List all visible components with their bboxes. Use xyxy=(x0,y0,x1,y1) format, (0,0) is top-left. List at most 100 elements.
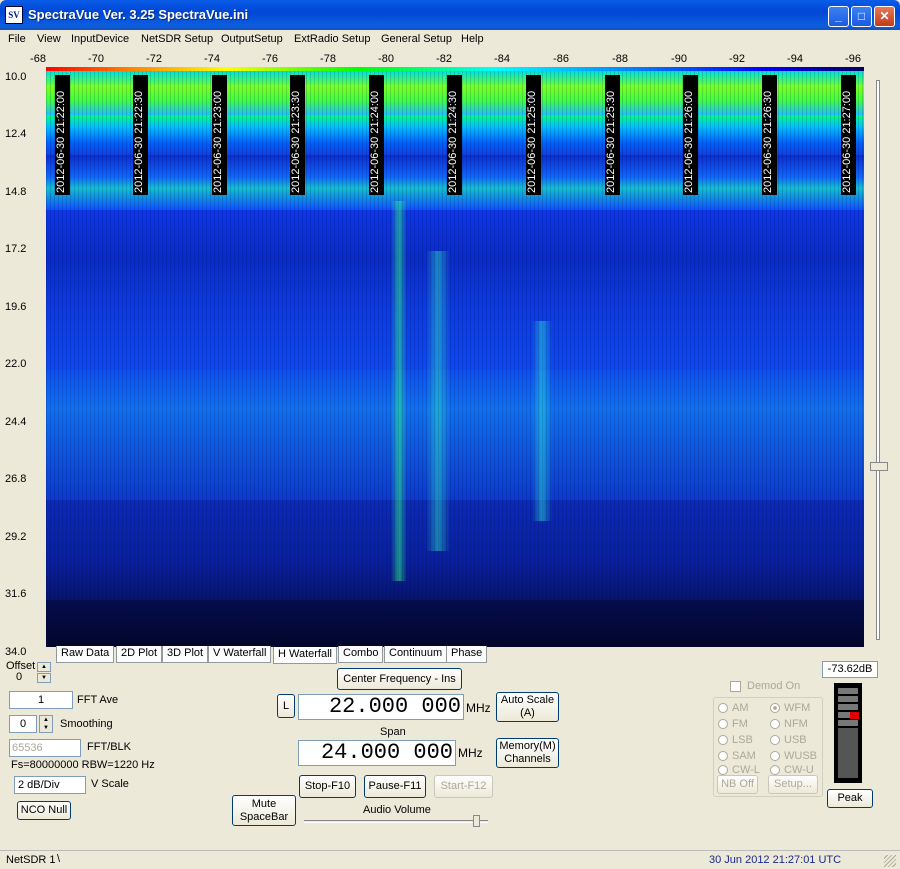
stop-button[interactable]: Stop-F10 xyxy=(299,775,356,798)
menu-netsdr-setup[interactable]: NetSDR Setup xyxy=(141,33,213,45)
menu-outputsetup[interactable]: OutputSetup xyxy=(221,33,283,45)
status-separator: \ xyxy=(57,853,61,865)
vscale-label: V Scale xyxy=(91,778,129,790)
auto-scale-button[interactable]: Auto Scale (A) xyxy=(496,692,559,722)
radio-usb[interactable]: USB xyxy=(770,734,807,746)
tab-combo[interactable]: Combo xyxy=(338,646,384,663)
status-bar: NetSDR 1 \ 30 Jun 2012 21:27:01 UTC xyxy=(0,850,900,869)
radio-nfm[interactable]: NFM xyxy=(770,718,808,730)
menu-file[interactable]: File xyxy=(8,33,26,45)
menu-view[interactable]: View xyxy=(37,33,61,45)
freq-tick: 24.4 xyxy=(5,416,27,428)
timestamp-marker: 2012-06-30 21:22:30 xyxy=(133,75,148,195)
timestamp-marker: 2012-06-30 21:25:00 xyxy=(526,75,541,195)
offset-down-button[interactable]: ▼ xyxy=(37,673,51,683)
timestamp-marker: 2012-06-30 21:26:00 xyxy=(683,75,698,195)
radio-wusb[interactable]: WUSB xyxy=(770,750,817,762)
smoothing-label: Smoothing xyxy=(60,718,113,730)
timestamp-label: 2012-06-30 21:26:00 xyxy=(683,90,695,193)
timestamp-marker: 2012-06-30 21:23:00 xyxy=(212,75,227,195)
freq-tick: 34.0 xyxy=(5,646,27,658)
timestamp-label: 2012-06-30 21:22:30 xyxy=(133,90,145,193)
resize-grip-icon[interactable] xyxy=(884,855,896,867)
tab-raw-data[interactable]: Raw Data xyxy=(56,646,115,663)
nco-null-button[interactable]: NCO Null xyxy=(17,801,71,820)
offset-up-button[interactable]: ▲ xyxy=(37,662,51,672)
menu-inputdevice[interactable]: InputDevice xyxy=(71,33,129,45)
radio-lsb[interactable]: LSB xyxy=(718,734,753,746)
db-tick: -68 xyxy=(30,53,46,65)
tab-2d-plot[interactable]: 2D Plot xyxy=(116,646,163,663)
timestamp-label: 2012-06-30 21:27:00 xyxy=(841,90,853,193)
demod-mode-group: AM WFM FM NFM LSB USB SAM WUSB CW-L CW-U… xyxy=(713,697,823,797)
radio-wfm[interactable]: WFM xyxy=(770,702,810,714)
menu-help[interactable]: Help xyxy=(461,33,484,45)
memory-channels-button[interactable]: Memory(M) Channels xyxy=(496,738,559,768)
db-tick: -92 xyxy=(729,53,745,65)
center-frequency-input[interactable]: 22.000 000 xyxy=(298,694,464,720)
fft-blk-select[interactable]: 65536 xyxy=(9,739,81,757)
freq-tick: 26.8 xyxy=(5,473,27,485)
db-tick: -70 xyxy=(88,53,104,65)
smoothing-spinner[interactable]: ▲ ▼ xyxy=(39,715,53,733)
timestamp-marker: 2012-06-30 21:22:00 xyxy=(55,75,70,195)
reference-level-slider-track[interactable] xyxy=(876,80,880,640)
timestamp-label: 2012-06-30 21:24:00 xyxy=(369,90,381,193)
status-device: NetSDR 1 xyxy=(6,854,56,866)
freq-tick: 19.6 xyxy=(5,301,27,313)
waterfall-display[interactable]: 2012-06-30 21:22:00 2012-06-30 21:22:30 … xyxy=(46,71,864,647)
audio-volume-label: Audio Volume xyxy=(363,804,431,816)
reference-level-slider-thumb[interactable] xyxy=(870,462,888,471)
radio-sam[interactable]: SAM xyxy=(718,750,756,762)
db-tick: -94 xyxy=(787,53,803,65)
meter-segment xyxy=(838,696,858,703)
status-datetime: 30 Jun 2012 21:27:01 UTC xyxy=(709,854,842,866)
start-button[interactable]: Start-F12 xyxy=(434,775,493,798)
peak-marker xyxy=(850,712,859,719)
audio-volume-thumb[interactable] xyxy=(473,815,480,827)
window-title: SpectraVue Ver. 3.25 SpectraVue.ini xyxy=(28,7,249,22)
minimize-button[interactable]: _ xyxy=(828,6,849,27)
timestamp-label: 2012-06-30 21:25:00 xyxy=(526,90,538,193)
center-frequency-button[interactable]: Center Frequency - Ins xyxy=(337,668,462,690)
tab-continuum[interactable]: Continuum xyxy=(384,646,448,663)
peak-button[interactable]: Peak xyxy=(827,789,873,808)
tab-phase[interactable]: Phase xyxy=(446,646,488,663)
tab-3d-plot[interactable]: 3D Plot xyxy=(162,646,209,663)
freq-tick: 29.2 xyxy=(5,531,27,543)
span-input[interactable]: 24.000 000 xyxy=(298,740,456,766)
freq-tick: 10.0 xyxy=(5,71,27,83)
timestamp-marker: 2012-06-30 21:25:30 xyxy=(605,75,620,195)
menu-bar: File View InputDevice NetSDR Setup Outpu… xyxy=(0,30,900,49)
meter-segment xyxy=(838,704,858,711)
span-label: Span xyxy=(380,726,406,738)
menu-general-setup[interactable]: General Setup xyxy=(381,33,452,45)
pause-button[interactable]: Pause-F11 xyxy=(364,775,426,798)
radio-am[interactable]: AM xyxy=(718,702,749,714)
nb-off-button[interactable]: NB Off xyxy=(717,775,758,794)
vscale-select[interactable]: 2 dB/Div xyxy=(14,776,86,794)
setup-button[interactable]: Setup... xyxy=(768,775,818,794)
audio-volume-slider[interactable] xyxy=(304,820,488,823)
timestamp-label: 2012-06-30 21:23:30 xyxy=(290,90,302,193)
fft-ave-input[interactable]: 1 xyxy=(9,691,73,709)
freq-tick: 17.2 xyxy=(5,243,27,255)
menu-extradio-setup[interactable]: ExtRadio Setup xyxy=(294,33,370,45)
demod-on-checkbox[interactable] xyxy=(730,681,741,692)
fft-ave-label: FFT Ave xyxy=(77,694,119,706)
timestamp-marker: 2012-06-30 21:23:30 xyxy=(290,75,305,195)
timestamp-label: 2012-06-30 21:26:30 xyxy=(762,90,774,193)
mute-button[interactable]: Mute SpaceBar xyxy=(232,795,296,826)
tab-h-waterfall[interactable]: H Waterfall xyxy=(273,647,337,664)
db-tick: -72 xyxy=(146,53,162,65)
l-button[interactable]: L xyxy=(277,694,295,718)
tab-v-waterfall[interactable]: V Waterfall xyxy=(208,646,272,663)
maximize-button[interactable]: □ xyxy=(851,6,872,27)
offset-value: 0 xyxy=(16,671,23,683)
close-button[interactable]: ✕ xyxy=(874,6,895,27)
fft-blk-label: FFT/BLK xyxy=(87,741,132,753)
timestamp-marker: 2012-06-30 21:27:00 xyxy=(841,75,856,195)
radio-fm[interactable]: FM xyxy=(718,718,748,730)
timestamp-label: 2012-06-30 21:23:00 xyxy=(212,90,224,193)
smoothing-input[interactable]: 0 xyxy=(9,715,37,733)
